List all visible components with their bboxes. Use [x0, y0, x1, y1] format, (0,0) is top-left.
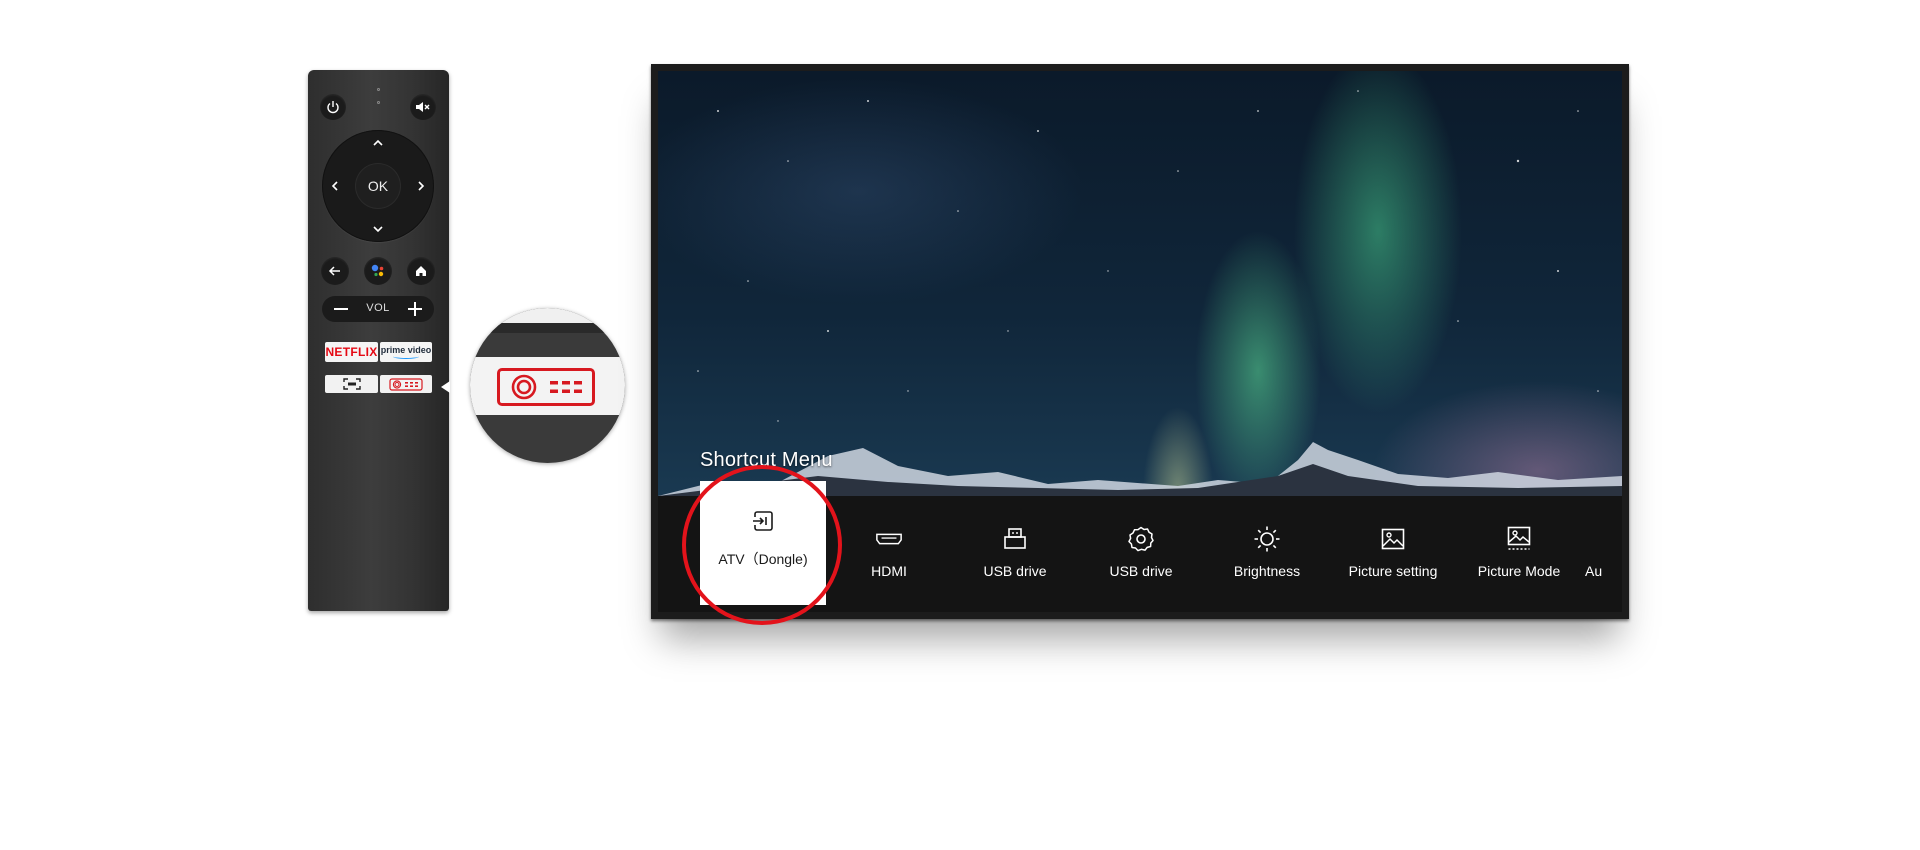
volume-rocker[interactable]: VOL	[322, 296, 434, 322]
microphone-indicator	[377, 88, 380, 114]
menu-item-picture-setting[interactable]: Picture setting	[1330, 505, 1456, 612]
projector-shortcut-button[interactable]	[380, 375, 432, 393]
dpad-right-icon[interactable]	[414, 179, 428, 193]
usb-drive-icon	[1001, 525, 1029, 553]
callout-dark-band	[470, 323, 625, 333]
picture-mode-icon	[1505, 525, 1533, 553]
projector-icon	[389, 377, 423, 391]
callout-top-band	[470, 308, 625, 323]
dpad-up-icon[interactable]	[371, 136, 385, 150]
settings-gear-icon	[1127, 525, 1155, 553]
prime-smile-icon	[393, 354, 419, 359]
back-button[interactable]	[321, 257, 349, 285]
projector-icon-large	[511, 374, 582, 400]
menu-item-label: HDMI	[871, 563, 907, 579]
netflix-button[interactable]: NETFLIX	[325, 342, 378, 362]
selection-highlight-circle	[682, 465, 842, 625]
power-icon	[327, 101, 339, 114]
projector-button-zoomed	[497, 368, 595, 406]
remote-control: OK VOL NETFLIX prime video	[308, 70, 449, 611]
prime-video-button[interactable]: prime video	[380, 342, 432, 362]
menu-item-label: USB drive	[983, 563, 1047, 579]
dpad-left-icon[interactable]	[328, 179, 342, 193]
menu-item-usb-drive-settings[interactable]: USB drive	[1078, 505, 1204, 612]
menu-item-brightness[interactable]: Brightness	[1204, 505, 1330, 612]
screen-frame-icon	[342, 378, 361, 390]
picture-icon	[1379, 525, 1407, 553]
magnified-button-callout	[470, 308, 625, 463]
volume-up-icon-vertical	[414, 302, 416, 316]
power-button[interactable]	[320, 94, 346, 120]
menu-item-picture-mode[interactable]: Picture Mode	[1456, 505, 1582, 612]
home-icon	[416, 266, 426, 276]
dpad[interactable]: OK	[322, 130, 434, 242]
menu-item-label: Picture Mode	[1477, 563, 1561, 579]
assistant-button[interactable]	[364, 257, 392, 285]
home-button[interactable]	[407, 257, 435, 285]
dpad-down-icon[interactable]	[371, 222, 385, 236]
menu-item-label: Au	[1585, 563, 1603, 579]
menu-item-audio[interactable]: Au	[1582, 505, 1622, 612]
hdmi-icon	[875, 525, 903, 553]
brightness-sun-icon	[1253, 525, 1281, 553]
menu-item-label: USB drive	[1109, 563, 1173, 579]
menu-item-hdmi[interactable]: HDMI	[826, 505, 952, 612]
ok-button[interactable]: OK	[356, 164, 400, 208]
menu-item-usb-drive[interactable]: USB drive	[952, 505, 1078, 612]
google-assistant-icon	[371, 264, 384, 277]
menu-item-label: Picture setting	[1348, 563, 1438, 579]
mute-icon	[416, 102, 430, 112]
back-arrow-icon	[328, 266, 340, 276]
mute-button[interactable]	[410, 94, 436, 120]
screen-mirror-button[interactable]	[325, 375, 378, 393]
callout-pointer	[441, 381, 450, 393]
menu-item-label: Brightness	[1233, 563, 1301, 579]
